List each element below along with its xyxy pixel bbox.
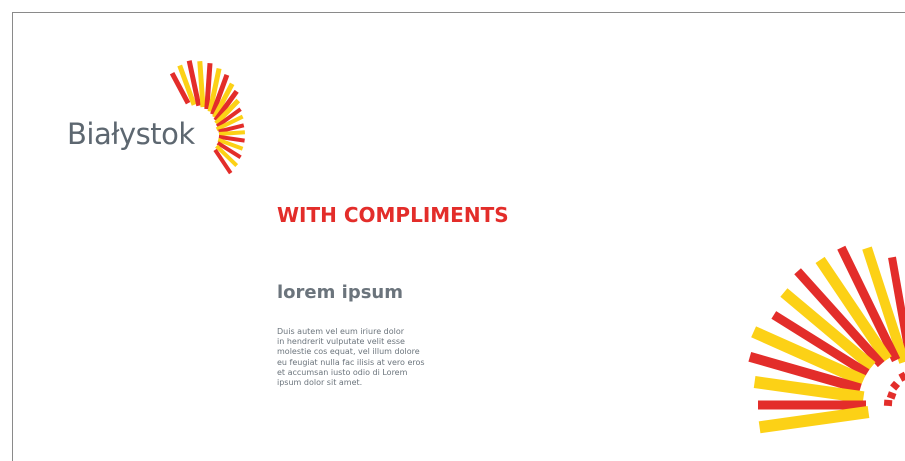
corner-ray — [771, 311, 870, 378]
page-headline: WITH COMPLIMENTS — [277, 203, 509, 227]
corner-ray — [753, 376, 865, 404]
corner-ray — [837, 245, 901, 363]
corner-ray-accent — [886, 391, 897, 400]
corner-ray — [794, 268, 885, 368]
body-line: molestie cos equat, vel illum dolore — [277, 347, 420, 357]
corner-ray — [751, 326, 866, 387]
logo-ray — [218, 130, 246, 136]
body-line: ipsum dolor sit amet. — [277, 378, 363, 388]
corner-ray — [862, 246, 905, 364]
body-line: eu feugiat nulla fac ilisis at vero eros — [277, 357, 425, 367]
bialystok-logo: Białystok — [53, 51, 263, 181]
body-paragraph: Duis autem vel eum iriure dolor in hendr… — [277, 327, 477, 388]
corner-ray — [815, 256, 892, 363]
logo-wordmark: Białystok — [67, 117, 195, 151]
corner-ray — [780, 288, 876, 371]
body-line: Duis autem vel eum iriure dolor — [277, 327, 405, 336]
corner-ray-accent — [890, 380, 901, 391]
letterhead-page: Białystok WITH COMPLIMENTS lorem ipsum D… — [12, 12, 905, 461]
corner-ray — [758, 406, 870, 434]
page-subheading: lorem ipsum — [277, 282, 403, 303]
body-line: et accumsan iusto odio di Lorem — [277, 367, 408, 377]
corner-ray — [748, 351, 862, 394]
sunburst-logo-icon — [169, 60, 246, 175]
corner-ray-accent — [898, 371, 905, 382]
logo-ray — [197, 61, 206, 108]
body-line: in hendrerit vulputate velit esse — [277, 337, 405, 347]
corner-ray-accent — [883, 399, 893, 407]
corner-ray — [888, 256, 905, 355]
